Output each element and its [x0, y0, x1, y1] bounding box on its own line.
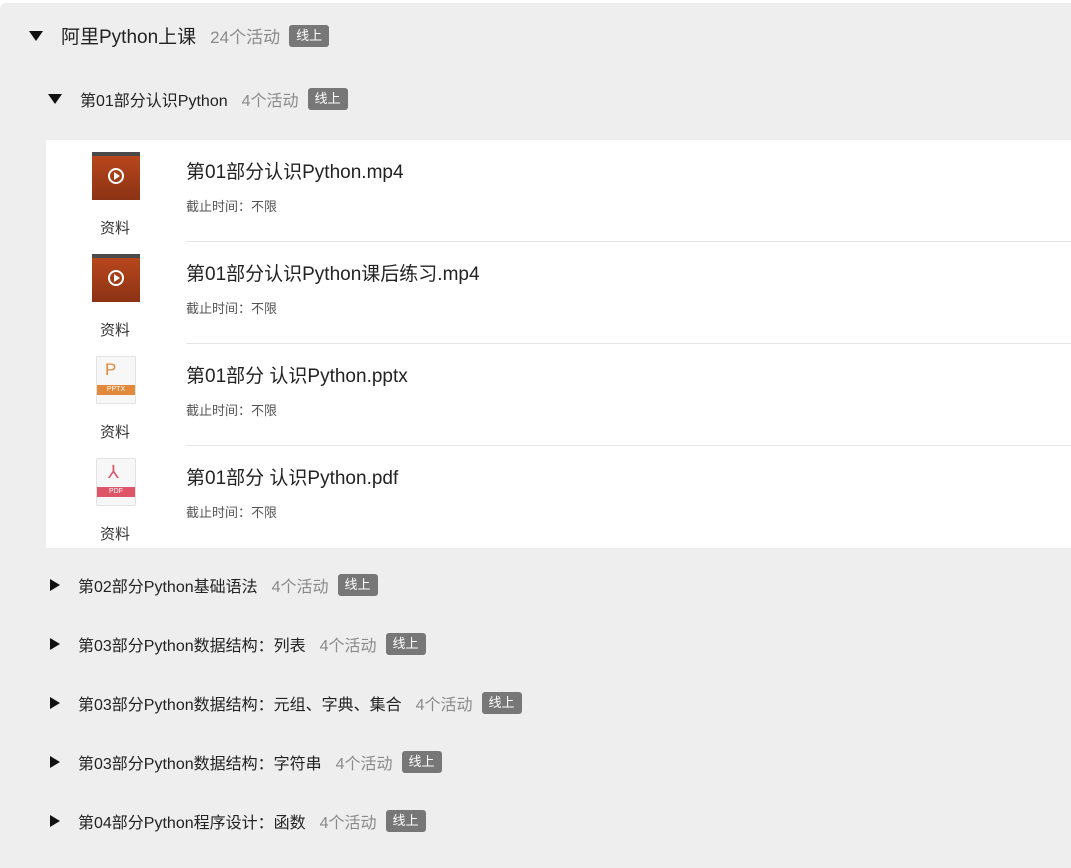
caret-right-icon[interactable]	[50, 815, 60, 827]
online-badge: 线上	[307, 88, 348, 110]
activity-item[interactable]: ⅄ PDF 资料 第01部分 认识Python.pdf 截止时间：不限	[46, 446, 1071, 548]
activity-deadline: 截止时间：不限	[186, 301, 278, 316]
section-title[interactable]: 第01部分认识Python	[80, 87, 228, 111]
video-icon[interactable]	[92, 254, 140, 302]
activity-type: 资料	[100, 526, 131, 543]
section-header-02[interactable]: 第02部分Python基础语法 4个活动 线上	[50, 573, 378, 597]
caret-right-icon[interactable]	[50, 697, 60, 709]
activity-item[interactable]: 资料 第01部分认识Python课后练习.mp4 截止时间：不限	[46, 242, 1071, 344]
section-header-03-tuple[interactable]: 第03部分Python数据结构：元组、字典、集合 4个活动 线上	[50, 691, 522, 715]
section-title[interactable]: 第03部分Python数据结构：字符串	[78, 750, 322, 774]
section-title[interactable]: 第02部分Python基础语法	[78, 573, 258, 597]
activity-count: 4个活动	[241, 93, 299, 110]
course-header[interactable]: 阿里Python上课 24个活动 线上	[29, 22, 330, 49]
activity-name[interactable]: 第01部分认识Python课后练习.mp4	[186, 259, 480, 286]
activity-type: 资料	[100, 220, 131, 237]
activity-count: 4个活动	[319, 815, 377, 832]
section-header-03-string[interactable]: 第03部分Python数据结构：字符串 4个活动 线上	[50, 750, 442, 774]
activity-count: 4个活动	[271, 579, 329, 596]
caret-down-icon[interactable]	[48, 94, 62, 104]
section-title[interactable]: 第03部分Python数据结构：元组、字典、集合	[78, 691, 402, 715]
pdf-file-icon[interactable]: ⅄ PDF	[96, 458, 136, 506]
online-badge: 线上	[289, 24, 330, 47]
section-title[interactable]: 第03部分Python数据结构：列表	[78, 632, 306, 656]
activity-count: 4个活动	[415, 697, 473, 714]
activity-type: 资料	[100, 322, 131, 339]
activity-name[interactable]: 第01部分 认识Python.pptx	[186, 361, 408, 388]
activity-deadline: 截止时间：不限	[186, 505, 278, 520]
online-badge: 线上	[401, 751, 442, 773]
caret-right-icon[interactable]	[50, 638, 60, 650]
course-outline-panel: 阿里Python上课 24个活动 线上 第01部分认识Python 4个活动 线…	[0, 3, 1071, 868]
activity-name[interactable]: 第01部分认识Python.mp4	[186, 157, 404, 184]
activity-count: 4个活动	[319, 638, 377, 655]
section-header-03-list[interactable]: 第03部分Python数据结构：列表 4个活动 线上	[50, 632, 426, 656]
online-badge: 线上	[385, 633, 426, 655]
online-badge: 线上	[385, 810, 426, 832]
caret-right-icon[interactable]	[50, 756, 60, 768]
video-icon[interactable]	[92, 152, 140, 200]
caret-down-icon[interactable]	[29, 30, 43, 41]
activity-type: 资料	[100, 424, 131, 441]
activity-deadline: 截止时间：不限	[186, 199, 278, 214]
online-badge: 线上	[481, 692, 522, 714]
activity-list: 资料 第01部分认识Python.mp4 截止时间：不限 资料 第01部分认识P…	[46, 140, 1071, 548]
course-title[interactable]: 阿里Python上课	[61, 22, 196, 49]
section-title[interactable]: 第04部分Python程序设计：函数	[78, 809, 306, 833]
activity-count: 24个活动	[210, 28, 281, 47]
activity-name[interactable]: 第01部分 认识Python.pdf	[186, 463, 398, 490]
section-header-04[interactable]: 第04部分Python程序设计：函数 4个活动 线上	[50, 809, 426, 833]
play-icon	[108, 270, 124, 286]
activity-item[interactable]: 资料 第01部分认识Python.mp4 截止时间：不限	[46, 140, 1071, 242]
online-badge: 线上	[337, 574, 378, 596]
pptx-file-icon[interactable]: P PPTX	[96, 356, 136, 404]
activity-item[interactable]: P PPTX 资料 第01部分 认识Python.pptx 截止时间：不限	[46, 344, 1071, 446]
activity-count: 4个活动	[335, 756, 393, 773]
activity-deadline: 截止时间：不限	[186, 403, 278, 418]
section-header-01[interactable]: 第01部分认识Python 4个活动 线上	[48, 87, 348, 111]
play-icon	[108, 168, 124, 184]
caret-right-icon[interactable]	[50, 579, 60, 591]
